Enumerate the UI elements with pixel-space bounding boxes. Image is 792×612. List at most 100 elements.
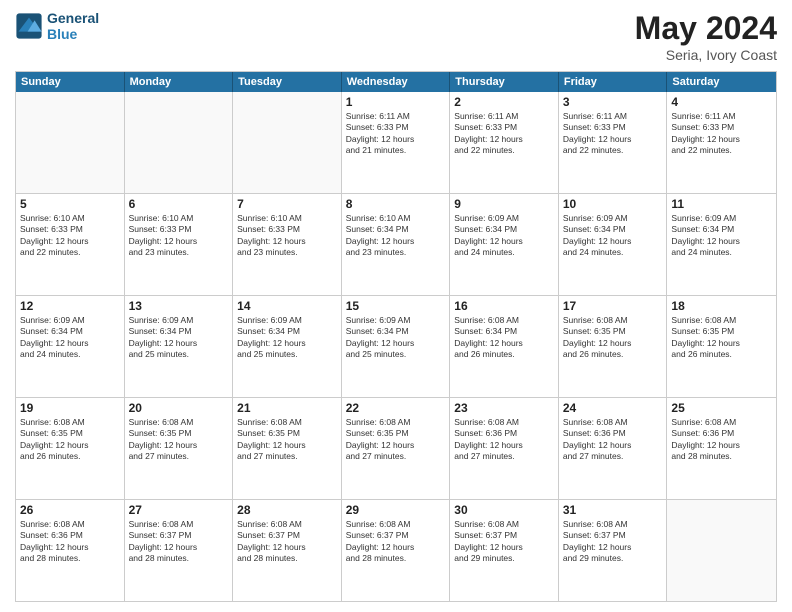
calendar-cell: 21 Sunrise: 6:08 AM Sunset: 6:35 PM Dayli… — [233, 398, 342, 499]
cell-info: Sunrise: 6:09 AM Sunset: 6:34 PM Dayligh… — [671, 213, 772, 259]
header-day-saturday: Saturday — [667, 72, 776, 92]
calendar-cell: 27 Sunrise: 6:08 AM Sunset: 6:37 PM Dayli… — [125, 500, 234, 601]
cell-info: Sunrise: 6:11 AM Sunset: 6:33 PM Dayligh… — [671, 111, 772, 157]
calendar-cell: 9Sunrise: 6:09 AM Sunset: 6:34 PM Daylig… — [450, 194, 559, 295]
header-day-tuesday: Tuesday — [233, 72, 342, 92]
day-number: 29 — [346, 503, 446, 517]
calendar-cell: 13 Sunrise: 6:09 AM Sunset: 6:34 PM Dayli… — [125, 296, 234, 397]
calendar-cell: 5Sunrise: 6:10 AM Sunset: 6:33 PM Daylig… — [16, 194, 125, 295]
day-number: 18 — [671, 299, 772, 313]
day-number: 24 — [563, 401, 663, 415]
cell-info: Sunrise: 6:08 AM Sunset: 6:36 PM Dayligh… — [563, 417, 663, 463]
day-number: 21 — [237, 401, 337, 415]
cell-info: Sunrise: 6:09 AM Sunset: 6:34 PM Dayligh… — [563, 213, 663, 259]
day-number: 20 — [129, 401, 229, 415]
day-number: 4 — [671, 95, 772, 109]
calendar-row-3: 12 Sunrise: 6:09 AM Sunset: 6:34 PM Dayli… — [16, 295, 776, 397]
cell-info: Sunrise: 6:08 AM Sunset: 6:37 PM Dayligh… — [129, 519, 229, 565]
day-number: 26 — [20, 503, 120, 517]
day-number: 23 — [454, 401, 554, 415]
header-day-thursday: Thursday — [450, 72, 559, 92]
calendar-cell — [125, 92, 234, 193]
cell-info: Sunrise: 6:08 AM Sunset: 6:35 PM Dayligh… — [563, 315, 663, 361]
cell-info: Sunrise: 6:08 AM Sunset: 6:35 PM Dayligh… — [671, 315, 772, 361]
calendar-cell: 29 Sunrise: 6:08 AM Sunset: 6:37 PM Dayli… — [342, 500, 451, 601]
day-number: 7 — [237, 197, 337, 211]
cell-info: Sunrise: 6:09 AM Sunset: 6:34 PM Dayligh… — [129, 315, 229, 361]
logo: General Blue — [15, 10, 99, 42]
calendar-cell: 3 Sunrise: 6:11 AM Sunset: 6:33 PM Daylig… — [559, 92, 668, 193]
calendar: SundayMondayTuesdayWednesdayThursdayFrid… — [15, 71, 777, 602]
day-number: 3 — [563, 95, 663, 109]
cell-info: Sunrise: 6:08 AM Sunset: 6:36 PM Dayligh… — [454, 417, 554, 463]
calendar-row-2: 5 Sunrise: 6:10 AM Sunset: 6:33 PM Daylig… — [16, 193, 776, 295]
cell-info: Sunrise: 6:10 AM Sunset: 6:33 PM Dayligh… — [129, 213, 229, 259]
day-number: 28 — [237, 503, 337, 517]
cell-info: Sunrise: 6:08 AM Sunset: 6:35 PM Dayligh… — [346, 417, 446, 463]
day-number: 13 — [129, 299, 229, 313]
calendar-cell: 26Sunrise: 6:08 AM Sunset: 6:36 PM Dayli… — [16, 500, 125, 601]
day-number: 9 — [454, 197, 554, 211]
calendar-cell: 15 Sunrise: 6:09 AM Sunset: 6:34 PM Dayli… — [342, 296, 451, 397]
calendar-row-1: 1 Sunrise: 6:11 AM Sunset: 6:33 PM Daylig… — [16, 92, 776, 193]
cell-info: Sunrise: 6:11 AM Sunset: 6:33 PM Dayligh… — [563, 111, 663, 157]
day-number: 15 — [346, 299, 446, 313]
calendar-cell: 22 Sunrise: 6:08 AM Sunset: 6:35 PM Dayli… — [342, 398, 451, 499]
calendar-cell: 24 Sunrise: 6:08 AM Sunset: 6:36 PM Dayli… — [559, 398, 668, 499]
calendar-cell: 7Sunrise: 6:10 AM Sunset: 6:33 PM Daylig… — [233, 194, 342, 295]
cell-info: Sunrise: 6:08 AM Sunset: 6:35 PM Dayligh… — [129, 417, 229, 463]
day-number: 17 — [563, 299, 663, 313]
calendar-cell — [16, 92, 125, 193]
cell-info: Sunrise: 6:11 AM Sunset: 6:33 PM Dayligh… — [346, 111, 446, 157]
day-number: 12 — [20, 299, 120, 313]
calendar-cell: 17 Sunrise: 6:08 AM Sunset: 6:35 PM Dayli… — [559, 296, 668, 397]
calendar-cell: 25 Sunrise: 6:08 AM Sunset: 6:36 PM Dayli… — [667, 398, 776, 499]
cell-info: Sunrise: 6:08 AM Sunset: 6:37 PM Dayligh… — [237, 519, 337, 565]
day-number: 27 — [129, 503, 229, 517]
day-number: 5 — [20, 197, 120, 211]
cell-info: Sunrise: 6:10 AM Sunset: 6:34 PM Dayligh… — [346, 213, 446, 259]
cell-info: Sunrise: 6:08 AM Sunset: 6:37 PM Dayligh… — [346, 519, 446, 565]
cell-info: Sunrise: 6:08 AM Sunset: 6:37 PM Dayligh… — [454, 519, 554, 565]
day-number: 19 — [20, 401, 120, 415]
calendar-cell — [233, 92, 342, 193]
calendar-cell: 10Sunrise: 6:09 AM Sunset: 6:34 PM Dayli… — [559, 194, 668, 295]
day-number: 11 — [671, 197, 772, 211]
calendar-cell: 12 Sunrise: 6:09 AM Sunset: 6:34 PM Dayli… — [16, 296, 125, 397]
cell-info: Sunrise: 6:08 AM Sunset: 6:35 PM Dayligh… — [237, 417, 337, 463]
header-day-wednesday: Wednesday — [342, 72, 451, 92]
calendar-body: 1 Sunrise: 6:11 AM Sunset: 6:33 PM Daylig… — [16, 92, 776, 601]
calendar-cell: 31Sunrise: 6:08 AM Sunset: 6:37 PM Dayli… — [559, 500, 668, 601]
header: General Blue May 2024 Seria, Ivory Coast — [15, 10, 777, 63]
cell-info: Sunrise: 6:09 AM Sunset: 6:34 PM Dayligh… — [346, 315, 446, 361]
header-day-monday: Monday — [125, 72, 234, 92]
title-block: May 2024 Seria, Ivory Coast — [635, 10, 777, 63]
calendar-cell: 14Sunrise: 6:09 AM Sunset: 6:34 PM Dayli… — [233, 296, 342, 397]
header-day-sunday: Sunday — [16, 72, 125, 92]
cell-info: Sunrise: 6:09 AM Sunset: 6:34 PM Dayligh… — [20, 315, 120, 361]
calendar-cell: 8 Sunrise: 6:10 AM Sunset: 6:34 PM Daylig… — [342, 194, 451, 295]
day-number: 1 — [346, 95, 446, 109]
day-number: 22 — [346, 401, 446, 415]
calendar-cell: 2Sunrise: 6:11 AM Sunset: 6:33 PM Daylig… — [450, 92, 559, 193]
calendar-cell: 23 Sunrise: 6:08 AM Sunset: 6:36 PM Dayli… — [450, 398, 559, 499]
day-number: 30 — [454, 503, 554, 517]
cell-info: Sunrise: 6:11 AM Sunset: 6:33 PM Dayligh… — [454, 111, 554, 157]
calendar-cell: 4 Sunrise: 6:11 AM Sunset: 6:33 PM Daylig… — [667, 92, 776, 193]
logo-text: General Blue — [47, 10, 99, 42]
calendar-cell: 18 Sunrise: 6:08 AM Sunset: 6:35 PM Dayli… — [667, 296, 776, 397]
calendar-cell: 6Sunrise: 6:10 AM Sunset: 6:33 PM Daylig… — [125, 194, 234, 295]
calendar-cell: 20 Sunrise: 6:08 AM Sunset: 6:35 PM Dayli… — [125, 398, 234, 499]
day-number: 25 — [671, 401, 772, 415]
cell-info: Sunrise: 6:08 AM Sunset: 6:36 PM Dayligh… — [671, 417, 772, 463]
cell-info: Sunrise: 6:08 AM Sunset: 6:37 PM Dayligh… — [563, 519, 663, 565]
day-number: 14 — [237, 299, 337, 313]
calendar-cell: 28 Sunrise: 6:08 AM Sunset: 6:37 PM Dayli… — [233, 500, 342, 601]
calendar-header: SundayMondayTuesdayWednesdayThursdayFrid… — [16, 72, 776, 92]
calendar-cell: 16Sunrise: 6:08 AM Sunset: 6:34 PM Dayli… — [450, 296, 559, 397]
calendar-cell: 30 Sunrise: 6:08 AM Sunset: 6:37 PM Dayli… — [450, 500, 559, 601]
calendar-cell: 19Sunrise: 6:08 AM Sunset: 6:35 PM Dayli… — [16, 398, 125, 499]
month-title: May 2024 — [635, 10, 777, 47]
day-number: 8 — [346, 197, 446, 211]
calendar-cell — [667, 500, 776, 601]
